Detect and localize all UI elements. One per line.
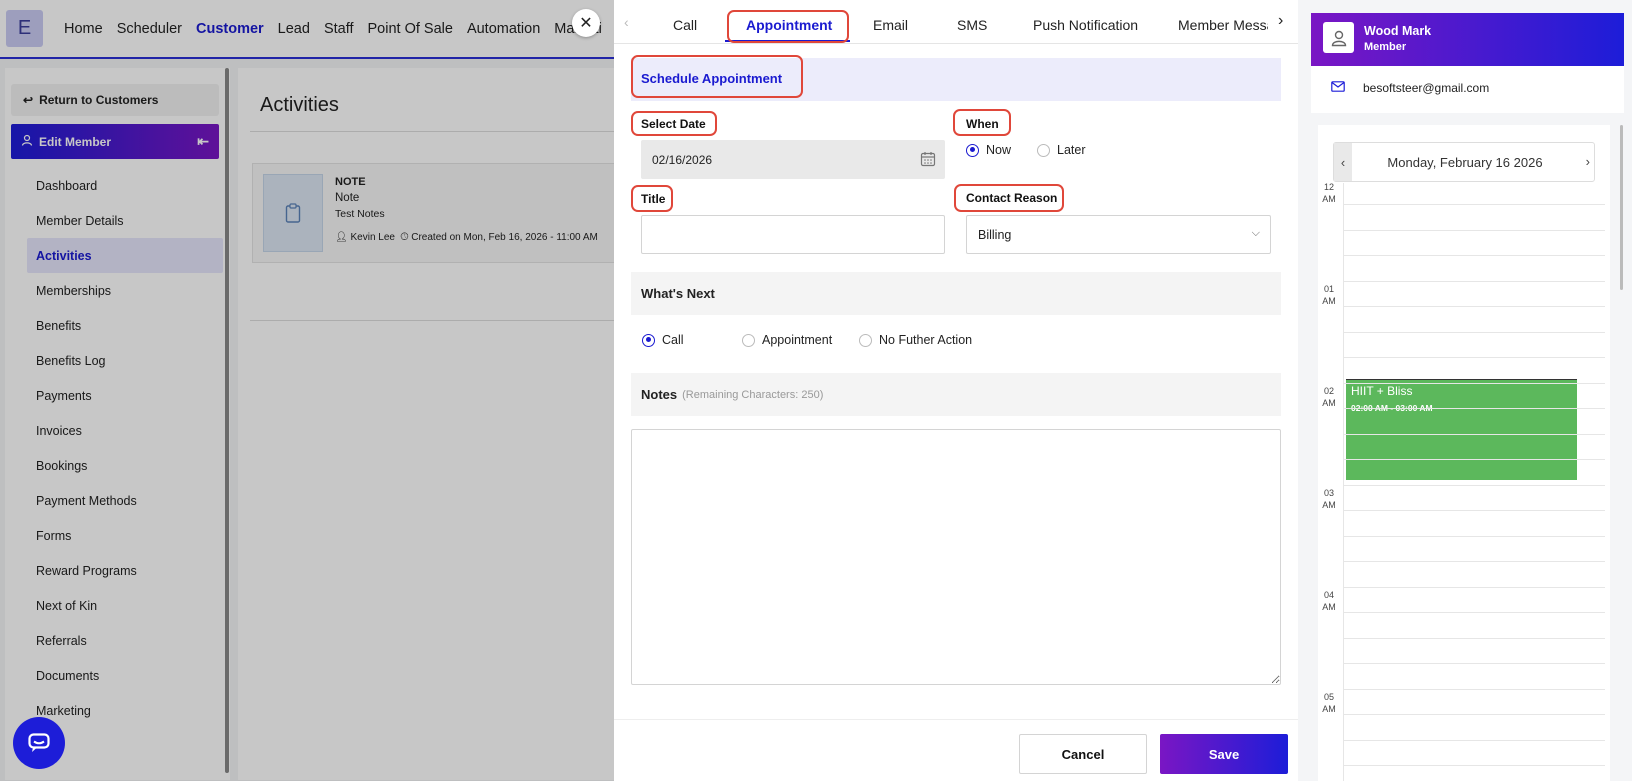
modal-backdrop[interactable] bbox=[0, 0, 614, 781]
tab-email[interactable]: Email bbox=[873, 17, 908, 33]
calendar-date-nav: ‹ Monday, February 16 2026 › bbox=[1333, 142, 1595, 182]
calendar-slot-line bbox=[1343, 229, 1605, 231]
calendar-slot-line bbox=[1343, 586, 1605, 588]
calendar-slot-line bbox=[1343, 484, 1605, 486]
calendar-slot-line bbox=[1343, 382, 1605, 384]
event-title: HIIT + Bliss bbox=[1351, 384, 1413, 398]
chat-icon bbox=[28, 733, 50, 752]
avatar bbox=[1323, 22, 1354, 53]
calendar-slot-line bbox=[1343, 433, 1605, 435]
calendar-gutter-line bbox=[1343, 183, 1344, 781]
calendar-slot-line bbox=[1343, 612, 1605, 613]
next-appointment-radio[interactable]: Appointment bbox=[742, 333, 832, 347]
calendar-grid[interactable]: HIIT + Bliss 02:00 AM - 03:00 AM 12 AM 01 A… bbox=[1318, 182, 1610, 781]
calendar-slot-line bbox=[1343, 357, 1605, 358]
radio-unselected-icon bbox=[742, 333, 755, 347]
activity-drawer: ‹ Call Appointment Email SMS Push Notifi… bbox=[614, 0, 1298, 781]
calendar-slot-line bbox=[1343, 688, 1605, 690]
highlight-schedule-title bbox=[631, 55, 803, 98]
close-drawer-button[interactable]: ✕ bbox=[572, 9, 600, 37]
when-now-radio[interactable]: Now bbox=[966, 143, 1011, 157]
user-icon bbox=[1331, 30, 1346, 46]
highlight-when bbox=[953, 109, 1011, 136]
hour-label: 02 AM bbox=[1322, 386, 1336, 408]
drawer-footer: Cancel Save bbox=[614, 719, 1298, 781]
member-email[interactable]: besoftsteer@gmail.com bbox=[1363, 81, 1489, 95]
notes-textarea[interactable] bbox=[631, 429, 1281, 685]
chevron-right-icon[interactable]: › bbox=[1278, 12, 1283, 30]
whats-next-header: What's Next bbox=[631, 272, 1281, 315]
highlight-select-date bbox=[631, 111, 717, 136]
tab-push-notification[interactable]: Push Notification bbox=[1033, 17, 1138, 33]
contact-reason-select[interactable]: Billing ⌵ bbox=[966, 215, 1271, 254]
date-field[interactable]: 02/16/2026 bbox=[641, 140, 945, 179]
calendar-slot-line bbox=[1343, 739, 1605, 741]
title-input[interactable] bbox=[641, 215, 945, 254]
radio-unselected-icon bbox=[1037, 143, 1050, 157]
radio-unselected-icon bbox=[859, 333, 872, 347]
highlight-tab-appointment bbox=[727, 10, 849, 43]
calendar-event[interactable]: HIIT + Bliss 02:00 AM - 03:00 AM bbox=[1346, 379, 1577, 480]
member-role: Member bbox=[1364, 41, 1407, 53]
tab-sms[interactable]: SMS bbox=[957, 17, 987, 33]
member-calendar-panel: Wood Mark Member besoftsteer@gmail.com ‹… bbox=[1298, 0, 1632, 781]
close-icon: ✕ bbox=[579, 15, 593, 32]
contact-reason-value: Billing bbox=[978, 227, 1012, 242]
chevron-down-icon: ⌵ bbox=[1251, 227, 1260, 239]
whats-next-label: What's Next bbox=[641, 286, 715, 301]
hour-label: 05 AM bbox=[1322, 692, 1336, 714]
calendar-slot-line bbox=[1343, 714, 1605, 715]
chevron-right-icon: › bbox=[1585, 154, 1590, 169]
tab-member-messages[interactable]: Member Messa bbox=[1178, 17, 1268, 33]
highlight-title bbox=[631, 185, 673, 212]
next-call-radio[interactable]: Call bbox=[642, 333, 684, 347]
next-no-action-label: No Futher Action bbox=[879, 333, 973, 347]
member-card: Wood Mark Member besoftsteer@gmail.com bbox=[1311, 13, 1624, 113]
member-card-header: Wood Mark Member bbox=[1311, 13, 1624, 66]
chevron-left-icon[interactable]: ‹ bbox=[624, 14, 629, 30]
notes-remaining: (Remaining Characters: 250) bbox=[682, 388, 824, 401]
notes-header: Notes (Remaining Characters: 250) bbox=[631, 373, 1281, 416]
next-appointment-label: Appointment bbox=[762, 333, 833, 347]
when-now-label: Now bbox=[986, 143, 1012, 157]
notes-label: Notes bbox=[641, 387, 678, 402]
calendar-slot-line bbox=[1343, 331, 1605, 333]
date-value: 02/16/2026 bbox=[652, 152, 713, 167]
calendar-slot-line bbox=[1343, 306, 1605, 307]
calendar-slot-line bbox=[1343, 535, 1605, 537]
mail-icon bbox=[1331, 81, 1345, 95]
hour-label: 01 AM bbox=[1322, 284, 1336, 306]
calendar-slot-line bbox=[1343, 765, 1605, 766]
when-later-label: Later bbox=[1057, 143, 1086, 157]
calendar-slot-line bbox=[1343, 280, 1605, 282]
member-name: Wood Mark bbox=[1364, 24, 1432, 38]
activity-tabs: ‹ Call Appointment Email SMS Push Notifi… bbox=[614, 0, 1298, 44]
calendar-scrollbar[interactable] bbox=[1620, 125, 1623, 290]
calendar-slot-line bbox=[1343, 459, 1605, 460]
calendar-next-button[interactable]: › bbox=[1586, 154, 1590, 169]
calendar-date-label: Monday, February 16 2026 bbox=[1387, 155, 1543, 170]
tab-call[interactable]: Call bbox=[673, 17, 697, 33]
hour-label: 03 AM bbox=[1322, 488, 1336, 510]
save-button[interactable]: Save bbox=[1160, 734, 1288, 774]
chat-button[interactable] bbox=[13, 717, 65, 769]
highlight-contact-reason bbox=[954, 184, 1064, 212]
hour-label: 12 AM bbox=[1322, 182, 1336, 204]
hour-label: 04 AM bbox=[1322, 590, 1336, 612]
day-calendar: ‹ Monday, February 16 2026 › HIIT + Blis… bbox=[1318, 125, 1610, 781]
calendar-icon[interactable] bbox=[920, 151, 936, 170]
radio-selected-icon bbox=[642, 333, 655, 347]
calendar-slot-line bbox=[1343, 408, 1605, 409]
calendar-slot-line bbox=[1343, 637, 1605, 639]
radio-selected-icon bbox=[966, 143, 979, 157]
calendar-slot-line bbox=[1343, 663, 1605, 664]
calendar-slot-line bbox=[1343, 255, 1605, 256]
next-call-label: Call bbox=[662, 333, 684, 347]
calendar-slot-line bbox=[1343, 204, 1605, 205]
calendar-slot-line bbox=[1343, 510, 1605, 511]
next-no-action-radio[interactable]: No Futher Action bbox=[859, 333, 972, 347]
cancel-button[interactable]: Cancel bbox=[1019, 734, 1147, 774]
calendar-slot-line bbox=[1343, 561, 1605, 562]
when-later-radio[interactable]: Later bbox=[1037, 143, 1086, 157]
